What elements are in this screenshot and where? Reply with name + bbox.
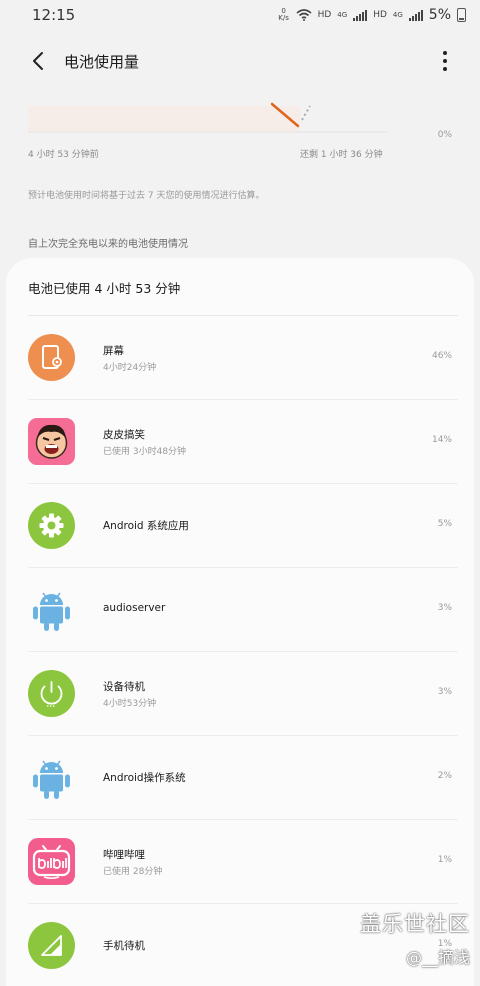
signal-icon xyxy=(28,922,75,969)
graph-predicted-line xyxy=(301,105,311,121)
graph-start-label: 4 小时 53 分钟前 xyxy=(28,150,99,160)
android-settings-icon xyxy=(28,502,75,549)
bilibili-app-icon xyxy=(28,838,75,885)
page-title: 电池使用量 xyxy=(64,52,140,71)
status-bar: 12:15 0 K/s HD 4G HD 4G 5% xyxy=(0,0,480,30)
app-percent: 3% xyxy=(437,687,452,697)
battery-percent: 5% xyxy=(428,7,451,23)
hd-label-2: HD xyxy=(373,10,387,20)
app-percent: 5% xyxy=(437,519,452,529)
usage-card-title: 电池已使用 4 小时 53 分钟 xyxy=(28,281,181,296)
android-robot-icon xyxy=(33,592,70,631)
watermark: 盖乐世社区 @__摘浅 xyxy=(360,908,470,968)
watermark-title: 盖乐世社区 xyxy=(360,912,470,936)
more-options-button[interactable] xyxy=(430,43,460,79)
app-bar: 电池使用量 xyxy=(0,40,480,82)
app-row-device-standby[interactable]: 设备待机 4小时53分钟 3% xyxy=(28,652,458,736)
app-name: 屏幕 xyxy=(103,345,124,357)
estimate-note: 预计电池使用时间将基于过去 7 天您的使用情况进行估算。 xyxy=(28,191,265,201)
app-name: Android操作系统 xyxy=(103,772,186,784)
section-label: 自上次完全充电以来的电池使用情况 xyxy=(28,239,188,250)
signal-bars-2-icon xyxy=(408,9,423,21)
app-name: Android 系统应用 xyxy=(103,520,189,532)
signal-bars-1-icon xyxy=(353,9,368,21)
app-row-audioserver[interactable]: audioserver 3% xyxy=(28,568,458,652)
battery-icon xyxy=(457,8,466,22)
app-percent: 1% xyxy=(437,855,452,865)
app-usage-time: 已使用 28分钟 xyxy=(103,867,163,877)
app-row-android-os[interactable]: Android操作系统 2% xyxy=(28,736,458,820)
battery-graph xyxy=(28,102,388,133)
graph-remaining-label: 还剩 1 小时 36 分钟 xyxy=(300,150,383,160)
more-dot-icon xyxy=(443,59,447,63)
net-speed: 0 K/s xyxy=(278,7,289,22)
network-type-1: 4G xyxy=(337,11,348,19)
pipi-gaoxiao-app-icon xyxy=(28,418,75,465)
app-usage-list: 屏幕 4小时24分钟 46% 皮皮搞笑 已使用 3小时48分钟 14% Andr… xyxy=(6,316,474,986)
back-button[interactable] xyxy=(20,43,56,79)
app-row-pipi[interactable]: 皮皮搞笑 已使用 3小时48分钟 14% xyxy=(28,400,458,484)
app-row-screen[interactable]: 屏幕 4小时24分钟 46% xyxy=(28,316,458,400)
app-row-android-system-apps[interactable]: Android 系统应用 5% xyxy=(28,484,458,568)
app-percent: 2% xyxy=(437,771,452,781)
watermark-user: @__摘浅 xyxy=(405,948,470,967)
app-percent: 46% xyxy=(431,351,452,361)
back-arrow-icon xyxy=(33,52,43,70)
hd-label-1: HD xyxy=(317,10,332,20)
wifi-icon xyxy=(296,9,312,21)
app-usage-time: 4小时24分钟 xyxy=(103,363,157,373)
app-name: audioserver xyxy=(103,602,166,614)
status-icons: 0 K/s HD 4G HD 4G 5% xyxy=(278,7,466,23)
graph-percent-label: 0% xyxy=(437,130,452,140)
network-type-2: 4G xyxy=(392,11,403,19)
app-name: 皮皮搞笑 xyxy=(103,429,145,441)
graph-usage-area xyxy=(28,106,300,132)
app-usage-time: 已使用 3小时48分钟 xyxy=(103,447,187,457)
app-percent: 14% xyxy=(431,435,452,445)
android-robot-icon xyxy=(33,760,70,799)
app-row-bilibili[interactable]: 哔哩哔哩 已使用 28分钟 1% xyxy=(28,820,458,904)
power-icon xyxy=(28,670,75,717)
screen-icon xyxy=(28,334,75,381)
app-usage-time: 4小时53分钟 xyxy=(103,699,157,709)
app-percent: 3% xyxy=(437,603,452,613)
app-name: 哔哩哔哩 xyxy=(103,849,145,861)
clock: 12:15 xyxy=(32,6,76,24)
more-dot-icon xyxy=(443,51,447,55)
app-name: 设备待机 xyxy=(103,681,145,693)
usage-card: 电池已使用 4 小时 53 分钟 屏幕 4小时24分钟 46% 皮皮搞笑 已使用… xyxy=(6,258,474,986)
app-name: 手机待机 xyxy=(103,940,145,952)
more-dot-icon xyxy=(443,67,447,71)
